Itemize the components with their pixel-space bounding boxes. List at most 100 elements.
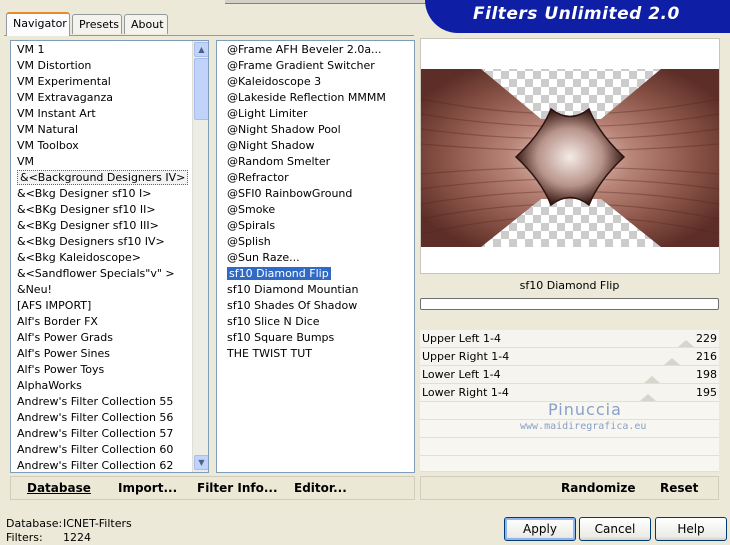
list-item-label: AlphaWorks [17,379,82,392]
database-button[interactable]: Database [27,481,91,495]
list-item-label: @Refractor [227,171,289,184]
list-item-label: VM Distortion [17,59,92,72]
filter-info-button[interactable]: Filter Info... [197,481,278,495]
tab-presets[interactable]: Presets [72,14,122,34]
title-banner: Filters Unlimited 2.0 [425,0,730,33]
slider-thumb[interactable] [664,358,680,365]
list-item[interactable]: @Spirals [223,218,413,234]
list-item[interactable]: &<BKg Designer sf10 II> [13,202,191,218]
reset-button[interactable]: Reset [660,481,698,495]
list-item[interactable]: &<BKg Designer sf10 III> [13,218,191,234]
list-item-label: [AFS IMPORT] [17,299,92,312]
list-item[interactable]: @Frame AFH Beveler 2.0a... [223,42,413,58]
tab-navigator[interactable]: Navigator [6,12,70,36]
list-item-label: @SFI0 RainbowGround [227,187,353,200]
editor-button[interactable]: Editor... [294,481,347,495]
list-item[interactable]: VM Experimental [13,74,191,90]
randomize-button[interactable]: Randomize [561,481,635,495]
preview-panel [420,38,720,274]
list-item[interactable]: @Random Smelter [223,154,413,170]
list-item-label: @Lakeside Reflection MMMM [227,91,386,104]
help-button[interactable]: Help [655,517,727,541]
category-scrollbar[interactable]: ▲ ▼ [192,41,208,472]
scroll-up-icon[interactable]: ▲ [194,42,208,57]
list-item-label: @Sun Raze... [227,251,300,264]
list-item[interactable]: @SFI0 RainbowGround [223,186,413,202]
list-item[interactable]: @Frame Gradient Switcher [223,58,413,74]
slider-upper-right[interactable]: Upper Right 1-4 216 [420,348,719,366]
list-item-label: @Frame AFH Beveler 2.0a... [227,43,382,56]
list-item[interactable]: @Sun Raze... [223,250,413,266]
list-item[interactable]: VM Natural [13,122,191,138]
list-item[interactable]: &Neu! [13,282,191,298]
list-item[interactable]: Andrew's Filter Collection 62 [13,458,191,472]
slider-value: 216 [696,350,717,363]
slider-lower-left[interactable]: Lower Left 1-4 198 [420,366,719,384]
list-item[interactable]: @Light Limiter [223,106,413,122]
list-item[interactable]: @Kaleidoscope 3 [223,74,413,90]
tab-about[interactable]: About [124,14,168,34]
list-item[interactable]: Andrew's Filter Collection 56 [13,410,191,426]
list-item[interactable]: &<Background Designers IV> [13,170,191,186]
list-item[interactable]: VM Extravaganza [13,90,191,106]
list-item-label: Alf's Power Sines [17,347,110,360]
list-item[interactable]: sf10 Diamond Flip [223,266,413,282]
list-item[interactable]: THE TWIST TUT [223,346,413,362]
list-item[interactable]: Alf's Border FX [13,314,191,330]
slider-upper-left[interactable]: Upper Left 1-4 229 [420,330,719,348]
list-item-label: THE TWIST TUT [227,347,312,360]
list-item-label: &<Bkg Designer sf10 I> [17,187,152,200]
slider-thumb[interactable] [640,394,656,401]
list-item[interactable]: AlphaWorks [13,378,191,394]
scroll-thumb[interactable] [194,58,208,120]
list-item[interactable]: &<Bkg Kaleidoscope> [13,250,191,266]
list-item[interactable]: @Lakeside Reflection MMMM [223,90,413,106]
list-item[interactable]: sf10 Diamond Mountian [223,282,413,298]
list-item-label: &<Background Designers IV> [17,170,189,185]
scroll-down-icon[interactable]: ▼ [194,455,208,470]
list-item[interactable]: @Smoke [223,202,413,218]
selected-filter-name: sf10 Diamond Flip [420,276,719,296]
import-button[interactable]: Import... [118,481,177,495]
filters-status-value: 1224 [63,531,91,544]
list-item[interactable]: @Night Shadow [223,138,413,154]
apply-button[interactable]: Apply [504,517,576,541]
list-item[interactable]: @Splish [223,234,413,250]
list-item-label: VM Natural [17,123,79,136]
list-item[interactable]: Andrew's Filter Collection 60 [13,442,191,458]
tab-presets-label: Presets [79,18,120,31]
list-item[interactable]: sf10 Square Bumps [223,330,413,346]
list-item[interactable]: VM [13,154,191,170]
list-item[interactable]: Andrew's Filter Collection 55 [13,394,191,410]
list-item[interactable]: VM Instant Art [13,106,191,122]
list-item[interactable]: &<Bkg Designer sf10 I> [13,186,191,202]
list-item[interactable]: sf10 Slice N Dice [223,314,413,330]
list-item-label: sf10 Diamond Mountian [227,283,359,296]
list-item[interactable]: sf10 Shades Of Shadow [223,298,413,314]
list-item[interactable]: @Night Shadow Pool [223,122,413,138]
list-item-label: @Frame Gradient Switcher [227,59,375,72]
list-item-label: VM Instant Art [17,107,96,120]
list-item[interactable]: Alf's Power Sines [13,346,191,362]
list-item[interactable]: &<Sandflower Specials"v" > [13,266,191,282]
list-item-label: sf10 Slice N Dice [227,315,320,328]
slider-label: Upper Left 1-4 [422,332,501,345]
list-item[interactable]: Alf's Power Toys [13,362,191,378]
filter-list[interactable]: @Frame AFH Beveler 2.0a... @Frame Gradien… [216,40,415,473]
list-item[interactable]: @Refractor [223,170,413,186]
slider-thumb[interactable] [678,340,694,347]
slider-thumb[interactable] [644,376,660,383]
list-item[interactable]: [AFS IMPORT] [13,298,191,314]
list-item-label: &<BKg Designer sf10 II> [17,203,156,216]
list-item-label: VM 1 [17,43,45,56]
cancel-button[interactable]: Cancel [579,517,651,541]
list-item[interactable]: VM 1 [13,42,191,58]
list-item[interactable]: &<Bkg Designers sf10 IV> [13,234,191,250]
list-item[interactable]: VM Toolbox [13,138,191,154]
list-item[interactable]: Andrew's Filter Collection 57 [13,426,191,442]
list-item[interactable]: VM Distortion [13,58,191,74]
slider-value: 198 [696,368,717,381]
list-item[interactable]: Alf's Power Grads [13,330,191,346]
slider-label: Upper Right 1-4 [422,350,510,363]
category-list[interactable]: VM 1 VM Distortion VM Experimental VM Extra… [10,40,209,473]
